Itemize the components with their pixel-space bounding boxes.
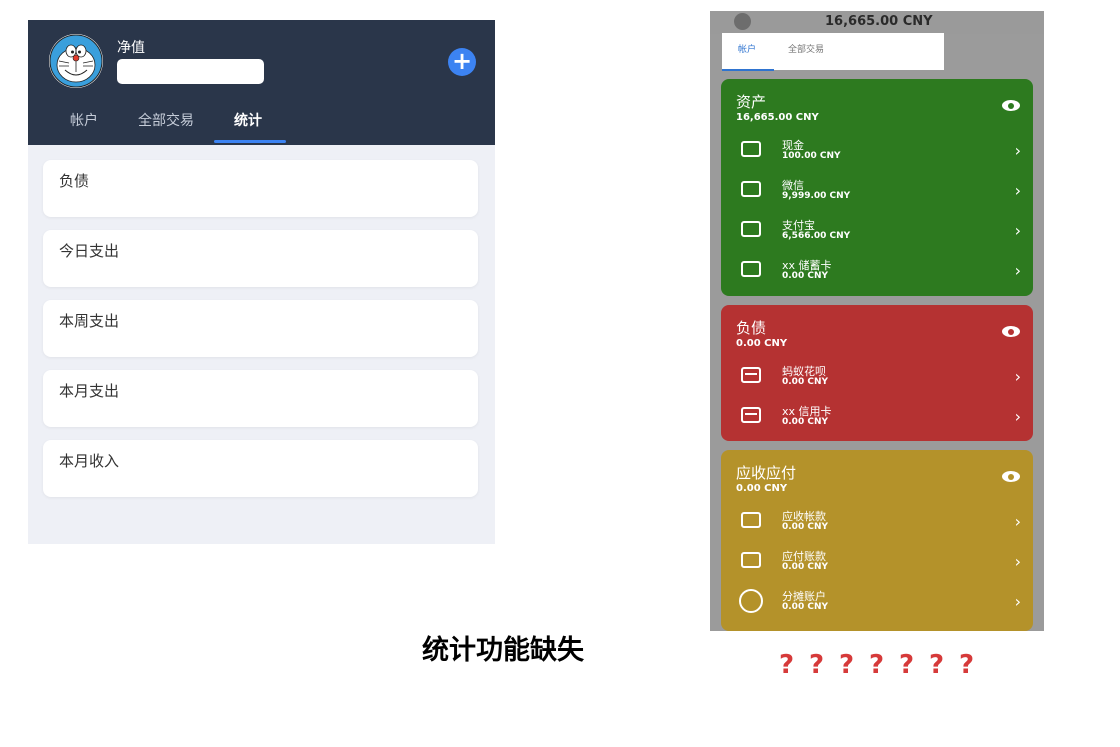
group-title: 负债 bbox=[736, 319, 767, 337]
stat-card-week-expense[interactable]: 本周支出 bbox=[43, 300, 478, 357]
avatar[interactable] bbox=[49, 34, 103, 88]
stat-card-label: 本月收入 bbox=[59, 452, 120, 470]
group-title: 资产 bbox=[736, 93, 767, 111]
group-total: 0.00 CNY bbox=[736, 338, 788, 349]
stat-card-label: 负债 bbox=[59, 172, 90, 190]
account-row[interactable]: xx 储蓄卡 0.00 CNY › bbox=[721, 253, 1033, 291]
group-receivables-payables: 应收应付 0.00 CNY 应收帐款 0.00 CNY › 应付账款 0.00 … bbox=[721, 450, 1033, 631]
user-icon[interactable] bbox=[734, 13, 751, 30]
left-screen: 净值 + 帐户 全部交易 统计 负债 今日支出 本周支出 本月支出 本月收入 bbox=[28, 20, 495, 544]
chevron-right-icon: › bbox=[1014, 141, 1021, 160]
chevron-right-icon: › bbox=[1014, 367, 1021, 386]
account-row[interactable]: 微信 9,999.00 CNY › bbox=[721, 173, 1033, 211]
group-liabilities: 负债 0.00 CNY 蚂蚁花呗 0.00 CNY › xx 信用卡 0.00 … bbox=[721, 305, 1033, 441]
tab-accounts[interactable]: 帐户 bbox=[738, 42, 756, 55]
group-total: 16,665.00 CNY bbox=[736, 112, 819, 123]
account-row[interactable]: 支付宝 6,566.00 CNY › bbox=[721, 213, 1033, 251]
chevron-right-icon: › bbox=[1014, 512, 1021, 531]
stat-card-month-expense[interactable]: 本月支出 bbox=[43, 370, 478, 427]
wallet-icon bbox=[741, 221, 761, 237]
account-row[interactable]: xx 信用卡 0.00 CNY › bbox=[721, 399, 1033, 437]
plus-icon: + bbox=[451, 47, 473, 75]
account-row[interactable]: 应收帐款 0.00 CNY › bbox=[721, 504, 1033, 542]
net-worth-label: 净值 bbox=[117, 40, 145, 56]
chevron-right-icon: › bbox=[1014, 552, 1021, 571]
right-top-bar: 16,665.00 CNY bbox=[710, 11, 1044, 34]
account-row[interactable]: 蚂蚁花呗 0.00 CNY › bbox=[721, 359, 1033, 397]
active-tab-indicator bbox=[722, 69, 774, 71]
account-amount: 0.00 CNY bbox=[782, 602, 828, 612]
question-mark: ? bbox=[869, 650, 885, 680]
account-amount: 9,999.00 CNY bbox=[782, 191, 851, 201]
wallet-icon bbox=[741, 261, 761, 277]
chevron-right-icon: › bbox=[1014, 261, 1021, 280]
question-mark: ? bbox=[779, 650, 795, 680]
group-total: 0.00 CNY bbox=[736, 483, 788, 494]
stat-card-month-income[interactable]: 本月收入 bbox=[43, 440, 478, 497]
question-mark: ? bbox=[929, 650, 945, 680]
stat-card-label: 本周支出 bbox=[59, 312, 120, 330]
account-amount: 0.00 CNY bbox=[782, 271, 828, 281]
tab-accounts[interactable]: 帐户 bbox=[70, 110, 98, 130]
question-mark: ? bbox=[809, 650, 825, 680]
stat-card-label: 今日支出 bbox=[59, 242, 120, 260]
eye-icon[interactable] bbox=[1002, 471, 1020, 482]
stat-card-today-expense[interactable]: 今日支出 bbox=[43, 230, 478, 287]
question-mark: ? bbox=[959, 650, 975, 680]
credit-card-icon bbox=[741, 407, 761, 423]
chevron-right-icon: › bbox=[1014, 221, 1021, 240]
group-title: 应收应付 bbox=[736, 464, 797, 482]
tab-all-transactions[interactable]: 全部交易 bbox=[788, 42, 824, 55]
question-mark: ? bbox=[839, 650, 855, 680]
eye-icon[interactable] bbox=[1002, 100, 1020, 111]
account-row[interactable]: 应付账款 0.00 CNY › bbox=[721, 544, 1033, 582]
tab-statistics[interactable]: 统计 bbox=[234, 110, 262, 130]
cash-icon bbox=[741, 141, 761, 157]
net-worth-value-box bbox=[117, 59, 264, 84]
tab-all-transactions[interactable]: 全部交易 bbox=[138, 110, 194, 130]
account-amount: 0.00 CNY bbox=[782, 417, 828, 427]
credit-card-icon bbox=[741, 367, 761, 383]
add-button[interactable]: + bbox=[448, 48, 476, 76]
stat-card-liabilities[interactable]: 负债 bbox=[43, 160, 478, 217]
account-amount: 0.00 CNY bbox=[782, 522, 828, 532]
question-marks: ? ? ? ? ? ? ? bbox=[779, 650, 979, 690]
wallet-icon bbox=[741, 512, 761, 528]
active-tab-indicator bbox=[214, 140, 286, 143]
account-amount: 100.00 CNY bbox=[782, 151, 841, 161]
left-header: 净值 + 帐户 全部交易 统计 bbox=[28, 20, 495, 145]
left-tab-bar: 帐户 全部交易 统计 bbox=[28, 106, 495, 145]
right-screen: 16,665.00 CNY 帐户 全部交易 资产 16,665.00 CNY 现… bbox=[710, 11, 1044, 631]
account-amount: 0.00 CNY bbox=[782, 562, 828, 572]
wallet-icon bbox=[741, 552, 761, 568]
stat-card-label: 本月支出 bbox=[59, 382, 120, 400]
right-tab-bar: 帐户 全部交易 bbox=[722, 33, 944, 71]
chevron-right-icon: › bbox=[1014, 181, 1021, 200]
compass-icon bbox=[739, 589, 763, 613]
group-assets: 资产 16,665.00 CNY 现金 100.00 CNY › 微信 9,99… bbox=[721, 79, 1033, 296]
eye-icon[interactable] bbox=[1002, 326, 1020, 337]
account-row[interactable]: 分摊账户 0.00 CNY › bbox=[721, 584, 1033, 622]
chevron-right-icon: › bbox=[1014, 407, 1021, 426]
chevron-right-icon: › bbox=[1014, 592, 1021, 611]
total-balance: 16,665.00 CNY bbox=[825, 14, 933, 29]
account-row[interactable]: 现金 100.00 CNY › bbox=[721, 133, 1033, 171]
wallet-icon bbox=[741, 181, 761, 197]
question-mark: ? bbox=[899, 650, 915, 680]
account-amount: 6,566.00 CNY bbox=[782, 231, 851, 241]
caption-missing-statistics: 统计功能缺失 bbox=[422, 635, 584, 666]
account-amount: 0.00 CNY bbox=[782, 377, 828, 387]
